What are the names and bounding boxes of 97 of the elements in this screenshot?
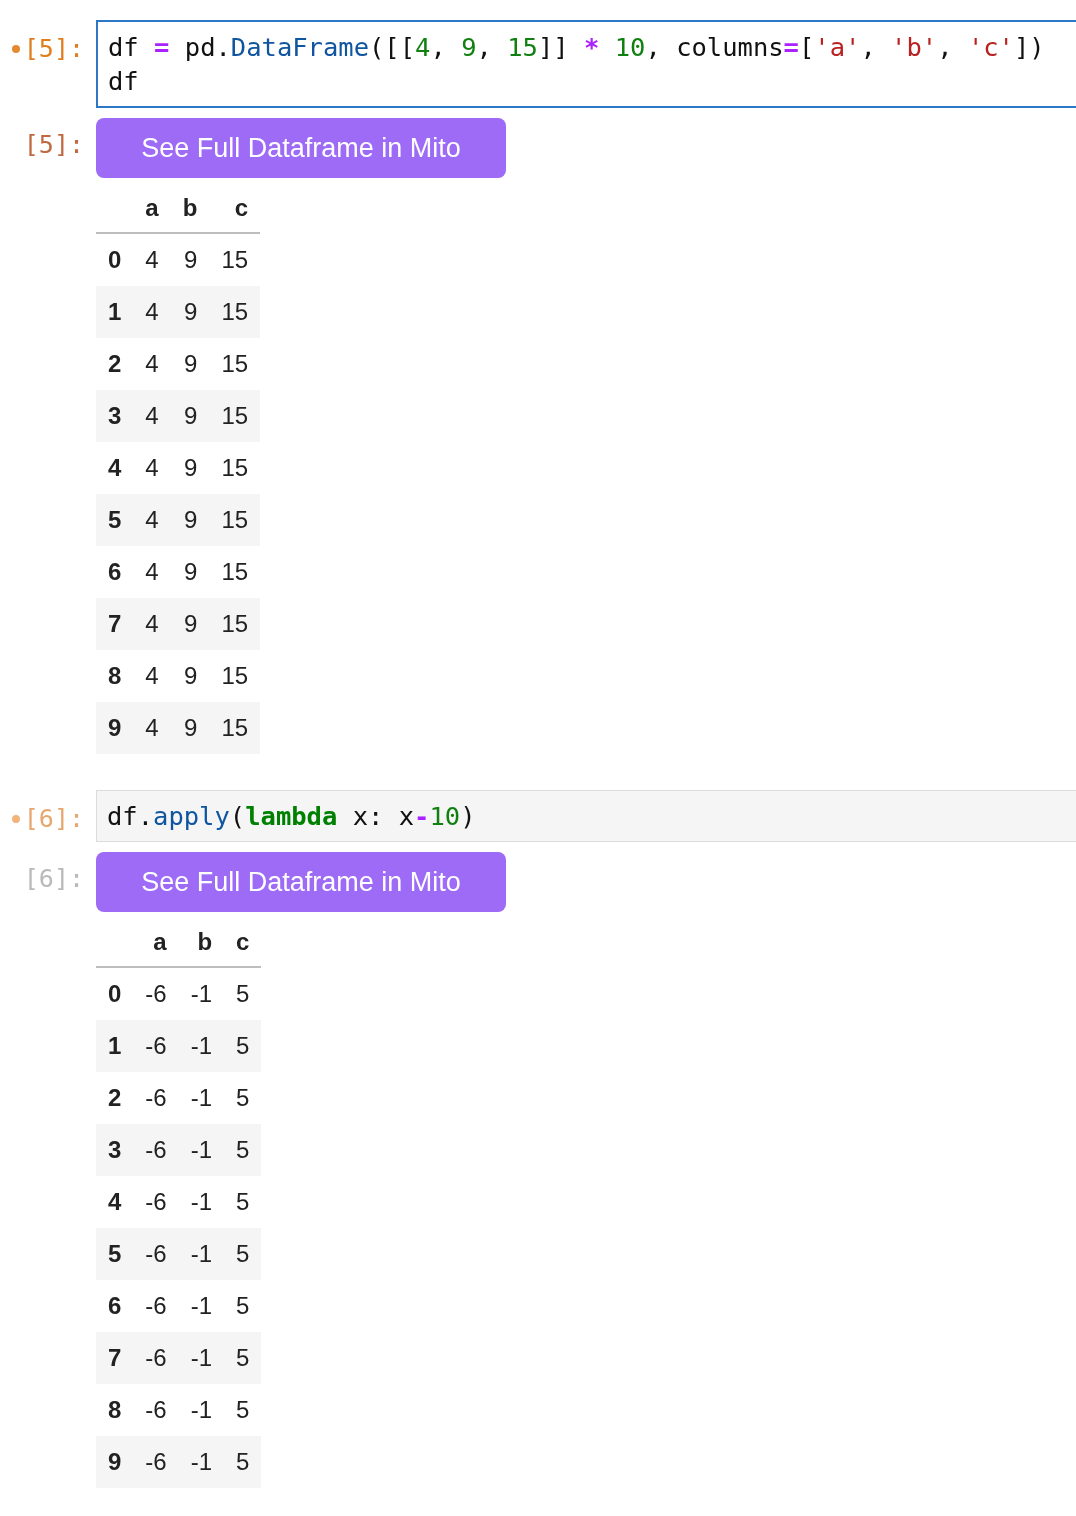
- table-cell: -1: [178, 1176, 225, 1228]
- table-cell: 4: [133, 546, 171, 598]
- row-index: 5: [96, 494, 134, 546]
- table-cell: 5: [224, 1384, 262, 1436]
- column-header: c: [224, 918, 262, 967]
- see-full-dataframe-button[interactable]: See Full Dataframe in Mito: [96, 852, 506, 912]
- table-cell: 5: [224, 1332, 262, 1384]
- table-cell: -6: [133, 1020, 179, 1072]
- row-index: 8: [96, 650, 134, 702]
- row-index: 2: [96, 1072, 134, 1124]
- table-cell: 15: [209, 233, 261, 286]
- table-cell: 5: [224, 1176, 262, 1228]
- table-cell: -6: [133, 1332, 179, 1384]
- table-cell: -1: [178, 1332, 225, 1384]
- table-cell: 9: [170, 338, 210, 390]
- row-index: 7: [96, 1332, 134, 1384]
- table-cell: 15: [209, 442, 261, 494]
- table-cell: 4: [133, 650, 171, 702]
- table-cell: 5: [224, 1280, 262, 1332]
- table-cell: -1: [178, 1228, 225, 1280]
- table-cell: -6: [133, 967, 179, 1020]
- table-cell: 5: [224, 967, 262, 1020]
- table-cell: 5: [224, 1072, 262, 1124]
- code-line: df = pd.DataFrame([[4, 9, 15]] * 10, columns=['a', 'b', 'c']): [108, 31, 1046, 64]
- table-cell: 15: [209, 702, 261, 754]
- table-cell: -1: [178, 1020, 225, 1072]
- table-cell: 4: [133, 442, 171, 494]
- input-prompt: [5]:: [23, 33, 84, 63]
- row-index: 0: [96, 233, 134, 286]
- table-cell: 4: [133, 286, 171, 338]
- code-line: df: [108, 65, 140, 98]
- table-cell: -6: [133, 1072, 179, 1124]
- see-full-dataframe-button[interactable]: See Full Dataframe in Mito: [96, 118, 506, 178]
- row-index: 1: [96, 1020, 134, 1072]
- column-header: c: [209, 184, 261, 233]
- column-header: b: [178, 918, 225, 967]
- table-cell: 15: [209, 338, 261, 390]
- code-editor[interactable]: df.apply(lambda x: x-10): [96, 790, 1076, 842]
- table-cell: 4: [133, 233, 171, 286]
- code-editor[interactable]: df = pd.DataFrame([[4, 9, 15]] * 10, columns=['a', 'b', 'c']) df: [96, 20, 1076, 108]
- table-cell: -6: [133, 1280, 179, 1332]
- table-cell: -6: [133, 1228, 179, 1280]
- row-index: 2: [96, 338, 134, 390]
- table-cell: 9: [170, 442, 210, 494]
- output-prompt: [6]:: [23, 863, 84, 893]
- table-cell: 4: [133, 338, 171, 390]
- table-cell: 15: [209, 286, 261, 338]
- row-index: 6: [96, 1280, 134, 1332]
- row-index: 9: [96, 1436, 134, 1488]
- table-cell: 9: [170, 286, 210, 338]
- table-cell: 9: [170, 546, 210, 598]
- column-header: a: [133, 918, 179, 967]
- output-prompt: [5]:: [23, 129, 84, 159]
- table-cell: -1: [178, 967, 225, 1020]
- row-index: 5: [96, 1228, 134, 1280]
- table-cell: 5: [224, 1436, 262, 1488]
- table-cell: 9: [170, 494, 210, 546]
- table-cell: -6: [133, 1436, 179, 1488]
- row-index: 1: [96, 286, 134, 338]
- table-cell: 5: [224, 1020, 262, 1072]
- table-cell: 15: [209, 390, 261, 442]
- table-cell: -6: [133, 1176, 179, 1228]
- table-cell: 9: [170, 233, 210, 286]
- table-cell: 5: [224, 1124, 262, 1176]
- row-index: 4: [96, 1176, 134, 1228]
- table-cell: -1: [178, 1280, 225, 1332]
- table-cell: 9: [170, 390, 210, 442]
- table-cell: 5: [224, 1228, 262, 1280]
- table-cell: -6: [133, 1384, 179, 1436]
- table-cell: 4: [133, 598, 171, 650]
- table-cell: 15: [209, 494, 261, 546]
- row-index: 6: [96, 546, 134, 598]
- table-cell: -1: [178, 1384, 225, 1436]
- table-cell: 9: [170, 702, 210, 754]
- input-prompt: [6]:: [23, 803, 84, 833]
- row-index: 9: [96, 702, 134, 754]
- table-cell: 15: [209, 546, 261, 598]
- row-index: 4: [96, 442, 134, 494]
- table-cell: 9: [170, 650, 210, 702]
- table-cell: -1: [178, 1072, 225, 1124]
- table-cell: -6: [133, 1124, 179, 1176]
- table-cell: 9: [170, 598, 210, 650]
- code-line: df.apply(lambda x: x-10): [107, 800, 477, 833]
- table-cell: -1: [178, 1124, 225, 1176]
- table-cell: 4: [133, 494, 171, 546]
- table-cell: 4: [133, 390, 171, 442]
- table-cell: 15: [209, 598, 261, 650]
- row-index: 3: [96, 390, 134, 442]
- column-header: a: [133, 184, 171, 233]
- column-header: b: [170, 184, 210, 233]
- table-cell: 15: [209, 650, 261, 702]
- row-index: 0: [96, 967, 134, 1020]
- table-cell: 4: [133, 702, 171, 754]
- row-index: 3: [96, 1124, 134, 1176]
- row-index: 7: [96, 598, 134, 650]
- table-cell: -1: [178, 1436, 225, 1488]
- row-index: 8: [96, 1384, 134, 1436]
